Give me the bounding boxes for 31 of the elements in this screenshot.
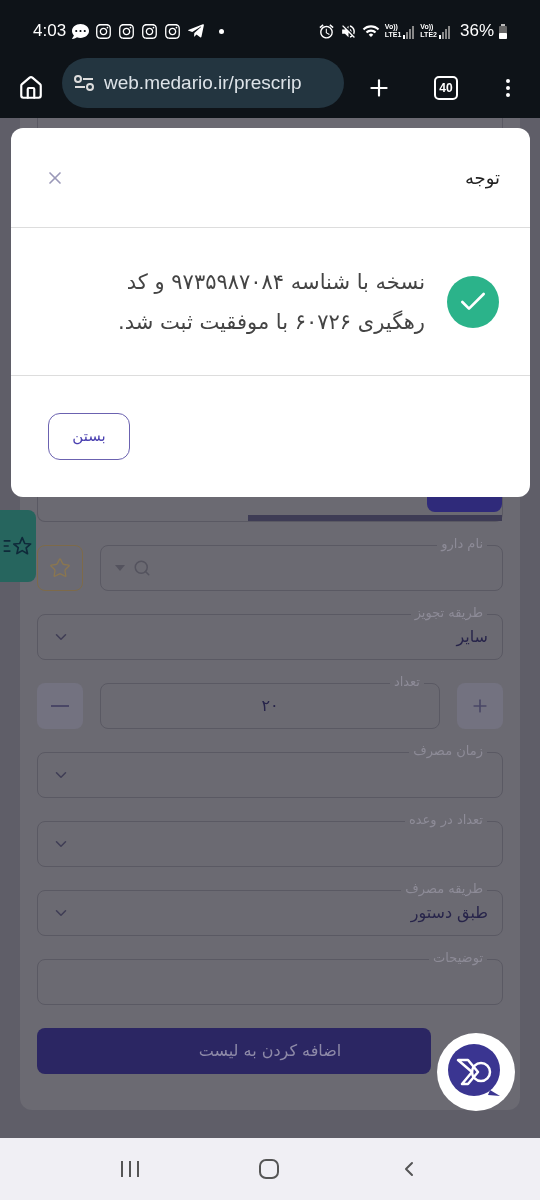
search-icon (133, 559, 151, 577)
instagram-icon (164, 22, 182, 40)
home-icon[interactable] (18, 75, 44, 101)
field-value: طبق دستور (410, 902, 488, 925)
home-button-icon[interactable] (258, 1158, 280, 1180)
signal-icon (438, 26, 451, 39)
url-text: web.medario.ir/prescrip (104, 70, 302, 95)
alarm-icon (317, 22, 335, 40)
instagram-icon (118, 22, 136, 40)
site-settings-icon (74, 75, 94, 91)
add-to-list-button[interactable]: اضافه کردن به لیست (37, 1028, 431, 1074)
star-icon (49, 557, 71, 579)
recent-apps-icon[interactable] (118, 1160, 141, 1178)
star-list-icon (2, 534, 34, 558)
instagram-icon (141, 22, 159, 40)
signal-icon (403, 26, 416, 39)
dialog-title: توجه (464, 166, 500, 191)
field-value: سایر (456, 626, 488, 649)
telegram-icon (187, 22, 206, 40)
address-bar[interactable]: web.medario.ir/prescrip (62, 58, 344, 108)
battery-icon (499, 23, 507, 39)
close-button[interactable]: بستن (48, 413, 130, 460)
minus-icon (51, 705, 69, 707)
status-time: 4:03 (33, 20, 67, 43)
wifi-icon (361, 22, 380, 40)
field-value: ۲۰ (261, 695, 279, 717)
chat-icon (72, 22, 90, 40)
dialog-message: نسخه با شناسه ۹۷۳۵۹۸۷۰۸۴ و کد رهگیری ۶۰۷۲۶ با موفقیت ثبت شد. (116, 268, 425, 336)
tab-count-button[interactable]: 40 (434, 76, 458, 100)
battery-percent: 36% (459, 20, 494, 43)
instagram-icon (95, 22, 113, 40)
